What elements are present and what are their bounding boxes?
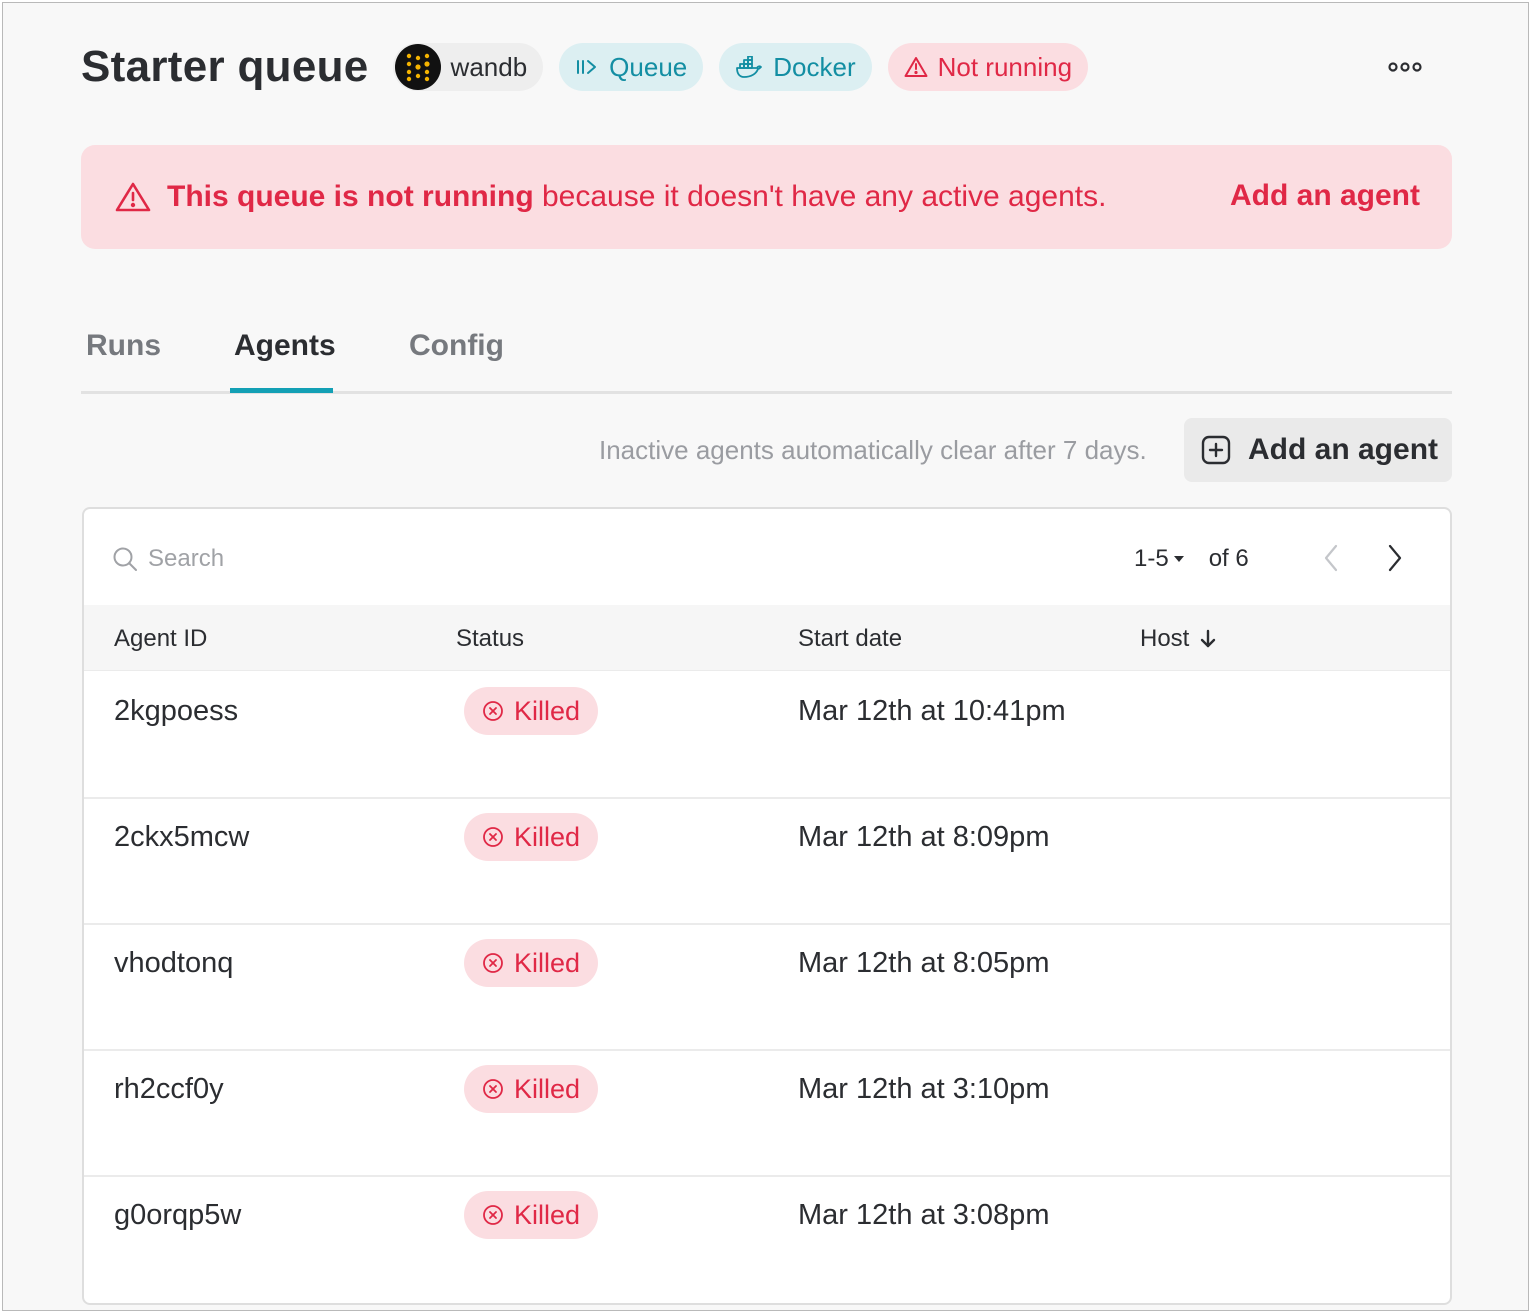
start-date: Mar 12th at 8:05pm — [798, 947, 1050, 979]
table-row[interactable]: 2ckx5mcw Killed Mar 12th at 8:09pm — [84, 799, 1450, 925]
pagination: 1-5 of 6 — [1134, 545, 1249, 573]
tab-agents[interactable]: Agents — [234, 329, 336, 363]
resource-label: Docker — [773, 51, 856, 82]
chevron-left-icon — [1324, 544, 1338, 572]
previous-page-button[interactable] — [1316, 543, 1346, 573]
add-agent-label: Add an agent — [1248, 433, 1439, 466]
alert-message: This queue is not running because it doe… — [167, 180, 1106, 214]
tab-config[interactable]: Config — [409, 329, 504, 363]
status-badge: Killed — [464, 687, 599, 735]
entity-pill[interactable]: wandb — [392, 43, 544, 91]
queue-type-label: Queue — [609, 51, 688, 82]
status-label: Killed — [514, 821, 581, 852]
docker-icon — [735, 56, 763, 78]
alert-text: because it doesn't have any active agent… — [533, 180, 1107, 213]
column-label: Status — [456, 625, 525, 652]
warning-icon — [115, 181, 151, 213]
page-total: of 6 — [1208, 545, 1249, 572]
status-label: Killed — [514, 947, 581, 978]
chevron-right-icon — [1388, 544, 1402, 572]
start-date: Mar 12th at 3:10pm — [798, 1073, 1050, 1105]
page-header: Starter queue wandb Queue Docker Not run… — [81, 41, 1104, 93]
status-label: Not running — [937, 51, 1073, 82]
column-header-host[interactable]: Host — [1140, 625, 1217, 653]
column-header-agent-id[interactable]: Agent ID — [114, 625, 207, 653]
queue-page: Starter queue wandb Queue Docker Not run… — [2, 2, 1529, 1311]
add-agent-button[interactable]: Add an agent — [1184, 418, 1452, 482]
more-options-icon[interactable] — [1381, 55, 1429, 79]
status-badge: Killed — [464, 1191, 599, 1239]
status-badge: Killed — [464, 939, 599, 987]
not-running-alert: This queue is not running because it doe… — [81, 145, 1452, 249]
column-label: Host — [1140, 625, 1190, 652]
alert-bold-text: This queue is not running — [167, 180, 534, 213]
status-pill: Not running — [887, 43, 1089, 91]
search-input[interactable]: Search — [148, 545, 224, 573]
page-title: Starter queue — [81, 42, 369, 91]
queue-type-pill: Queue — [559, 43, 704, 91]
column-header-status[interactable]: Status — [456, 625, 524, 653]
next-page-button[interactable] — [1380, 543, 1410, 573]
inactive-agents-hint: Inactive agents automatically clear afte… — [599, 435, 1147, 465]
tab-runs[interactable]: Runs — [86, 329, 161, 363]
queue-icon — [575, 57, 599, 77]
warning-icon — [904, 56, 928, 78]
start-date: Mar 12th at 8:09pm — [798, 821, 1050, 853]
status-label: Killed — [514, 695, 581, 726]
agent-id[interactable]: g0orqp5w — [114, 1199, 241, 1232]
column-label: Agent ID — [114, 625, 208, 652]
search-box[interactable]: Search — [112, 545, 224, 573]
status-badge: Killed — [464, 813, 599, 861]
status-label: Killed — [514, 1073, 581, 1104]
page-range: 1-5 — [1134, 545, 1169, 572]
start-date: Mar 12th at 3:08pm — [798, 1199, 1050, 1231]
arrow-down-icon — [1199, 629, 1217, 649]
agents-table: Search 1-5 of 6 Agent ID Status Start da… — [82, 507, 1452, 1305]
resource-pill: Docker — [719, 43, 872, 91]
table-header: Agent ID Status Start date Host — [84, 605, 1450, 671]
table-row[interactable]: g0orqp5w Killed Mar 12th at 3:08pm — [84, 1177, 1450, 1303]
x-circle-icon — [482, 826, 504, 848]
start-date: Mar 12th at 10:41pm — [798, 695, 1066, 727]
wandb-logo-icon — [394, 44, 441, 90]
column-label: Start date — [798, 625, 903, 652]
table-row[interactable]: vhodtonq Killed Mar 12th at 8:05pm — [84, 925, 1450, 1051]
active-tab-indicator — [230, 388, 333, 393]
page-size-dropdown[interactable]: 1-5 — [1134, 545, 1185, 573]
column-header-start-date[interactable]: Start date — [798, 625, 902, 653]
x-circle-icon — [482, 952, 504, 974]
entity-name: wandb — [450, 51, 528, 82]
x-circle-icon — [482, 700, 504, 722]
search-icon — [112, 546, 138, 572]
table-row[interactable]: 2kgpoess Killed Mar 12th at 10:41pm — [84, 673, 1450, 799]
x-circle-icon — [482, 1078, 504, 1100]
agent-id[interactable]: rh2ccf0y — [114, 1073, 224, 1106]
status-badge: Killed — [464, 1065, 599, 1113]
caret-down-icon — [1173, 555, 1185, 563]
agent-id[interactable]: vhodtonq — [114, 947, 233, 980]
status-label: Killed — [514, 1199, 581, 1230]
agent-id[interactable]: 2ckx5mcw — [114, 821, 249, 854]
table-row[interactable]: rh2ccf0y Killed Mar 12th at 3:10pm — [84, 1051, 1450, 1177]
tab-bar: Runs Agents Config — [81, 321, 1452, 394]
alert-add-agent-link[interactable]: Add an agent — [1230, 179, 1420, 213]
plus-square-icon — [1200, 434, 1232, 466]
agent-id[interactable]: 2kgpoess — [114, 695, 238, 728]
x-circle-icon — [482, 1204, 504, 1226]
